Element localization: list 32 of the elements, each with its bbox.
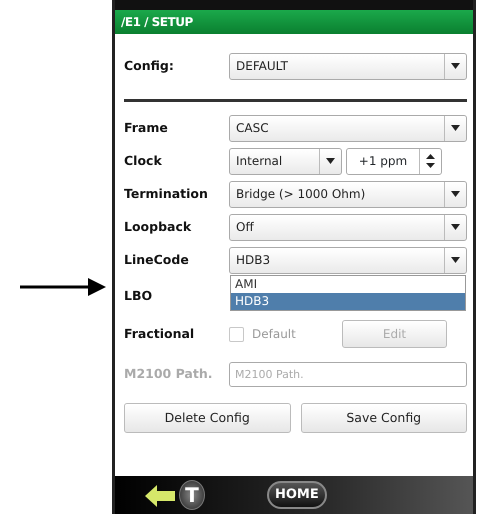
config-dropdown[interactable]: DEFAULT (229, 52, 467, 80)
action-button[interactable]: Delete Config (124, 403, 290, 433)
field-label: Termination (124, 184, 209, 203)
dropdown-caret-icon (326, 158, 335, 164)
dropdown-caret-icon (451, 191, 460, 197)
spinner-arrows-icon[interactable] (426, 154, 435, 168)
checkbox-label: Default (252, 326, 297, 343)
field-label: LBO (124, 286, 154, 305)
field-label: Fractional (124, 324, 196, 343)
field-label: Config: (124, 56, 175, 75)
field-label: Frame (124, 118, 169, 137)
pointer-arrow-icon (20, 278, 106, 296)
home-button[interactable]: HOME (267, 481, 327, 509)
back-arrow-icon[interactable] (145, 484, 175, 507)
screen-title: /E1 / SETUP (115, 10, 473, 34)
select-field[interactable]: Internal (229, 148, 342, 174)
dropdown-caret-icon (451, 257, 460, 263)
dropdown-option[interactable]: AMI (231, 276, 465, 292)
select-field[interactable]: Bridge (> 1000 Ohm) (229, 180, 467, 208)
select-field[interactable]: CASC (229, 114, 467, 142)
dropdown-caret-icon (451, 63, 460, 69)
field-label: Loopback (124, 218, 192, 236)
field-label: LineCode (124, 250, 190, 269)
action-button[interactable]: Save Config (300, 403, 467, 433)
dropdown-option[interactable]: HDB3 (231, 292, 465, 310)
field-label: M2100 Path. (124, 364, 214, 383)
field-label: Clock (124, 152, 163, 170)
t-button[interactable]: T (179, 480, 205, 510)
dropdown-caret-icon (451, 125, 460, 131)
dropdown-caret-icon (451, 224, 460, 230)
select-field[interactable]: Off (229, 214, 467, 240)
spin-field[interactable]: +1 ppm (346, 148, 442, 174)
